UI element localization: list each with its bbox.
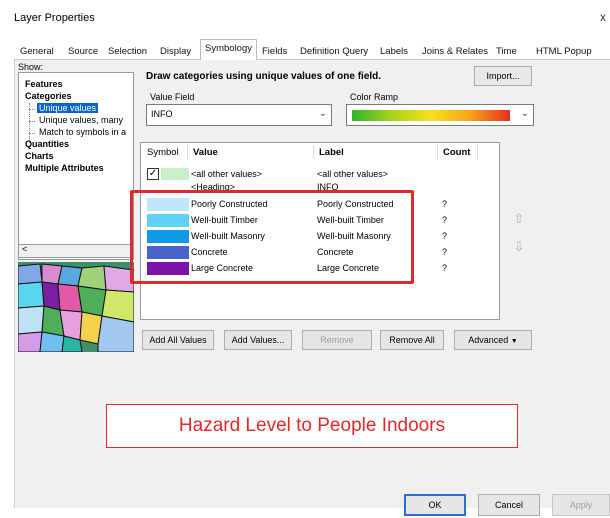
column-header-count[interactable]: Count — [443, 147, 470, 158]
show-tree[interactable]: Features Categories Unique values Unique… — [18, 72, 134, 260]
tree-connector — [29, 121, 35, 122]
color-ramp-label: Color Ramp — [350, 92, 399, 102]
color-ramp-select[interactable]: ⌄ — [346, 104, 534, 126]
value-field-label: Value Field — [150, 92, 195, 102]
tree-connector — [29, 109, 35, 110]
cancel-button[interactable]: Cancel — [478, 494, 540, 516]
tab-fields[interactable]: Fields — [262, 42, 287, 60]
tree-item-features[interactable]: Features — [25, 79, 63, 89]
row-count: ? — [442, 231, 448, 241]
chevron-down-icon[interactable]: ⌄ — [521, 108, 529, 119]
caret-down-icon: ▼ — [510, 338, 518, 345]
tree-item-quantities[interactable]: Quantities — [25, 139, 69, 149]
apply-button[interactable]: Apply — [552, 494, 610, 516]
tree-item-multiple-attributes[interactable]: Multiple Attributes — [25, 163, 104, 173]
map-preview-image — [18, 262, 134, 352]
symbol-swatch[interactable] — [161, 168, 189, 180]
value-field-value: INFO — [151, 109, 173, 119]
row-count: ? — [442, 215, 448, 225]
hazard-level-callout: Hazard Level to People Indoors — [106, 404, 518, 448]
advanced-label: Advanced — [468, 335, 509, 345]
tab-joins-relates[interactable]: Joins & Relates — [422, 42, 488, 60]
row-value: <all other values> — [191, 169, 263, 179]
checkbox-icon[interactable]: ✓ — [147, 168, 159, 180]
import-button[interactable]: Import... — [474, 66, 532, 86]
column-header-value[interactable]: Value — [193, 147, 218, 158]
column-divider — [437, 145, 438, 159]
tree-item-unique-values-many[interactable]: Unique values, many — [39, 115, 123, 125]
remove-button[interactable]: Remove — [302, 330, 372, 350]
highlight-box — [130, 190, 414, 284]
value-field-select[interactable]: INFO ⌄ — [146, 104, 332, 126]
add-values-button[interactable]: Add Values... — [224, 330, 292, 350]
tree-item-unique-values[interactable]: Unique values — [37, 103, 99, 113]
column-header-symbol[interactable]: Symbol — [147, 147, 179, 158]
show-label: Show: — [18, 62, 44, 72]
window-title: Layer Properties — [14, 12, 95, 24]
column-divider — [187, 145, 188, 159]
add-all-values-button[interactable]: Add All Values — [142, 330, 214, 350]
tab-labels[interactable]: Labels — [380, 42, 408, 60]
tree-item-categories[interactable]: Categories — [25, 91, 72, 101]
tab-general[interactable]: General — [20, 42, 54, 60]
chevron-down-icon[interactable]: ⌄ — [319, 108, 327, 119]
ok-button[interactable]: OK — [404, 494, 466, 516]
column-divider — [313, 145, 314, 159]
row-count: ? — [442, 247, 448, 257]
tree-horizontal-scrollbar[interactable]: < — [18, 244, 134, 258]
close-icon[interactable]: x — [600, 10, 606, 24]
row-label[interactable]: <all other values> — [317, 169, 388, 179]
advanced-button[interactable]: Advanced ▼ — [454, 330, 532, 350]
tab-strip: General Source Selection Display Symbolo… — [14, 39, 610, 61]
row-count: ? — [442, 199, 448, 209]
tree-connector — [29, 133, 35, 134]
tab-html-popup[interactable]: HTML Popup — [536, 42, 592, 60]
tree-item-charts[interactable]: Charts — [25, 151, 54, 161]
tab-selection[interactable]: Selection — [108, 42, 147, 60]
tab-display[interactable]: Display — [160, 42, 191, 60]
color-ramp-gradient — [352, 110, 510, 121]
row-count: ? — [442, 263, 448, 273]
tab-source[interactable]: Source — [68, 42, 98, 60]
tab-definition-query[interactable]: Definition Query — [300, 42, 368, 60]
column-divider — [477, 145, 478, 159]
draw-categories-heading: Draw categories using unique values of o… — [146, 71, 382, 82]
scroll-left-icon[interactable]: < — [22, 244, 27, 254]
move-down-icon[interactable]: ⇩ — [510, 238, 528, 256]
tab-time[interactable]: Time — [496, 42, 517, 60]
tree-item-match-to-symbols[interactable]: Match to symbols in a — [39, 127, 126, 137]
move-up-icon[interactable]: ⇧ — [510, 210, 528, 228]
map-preview-graphic — [18, 262, 134, 352]
tab-symbology[interactable]: Symbology — [200, 39, 257, 61]
remove-all-button[interactable]: Remove All — [380, 330, 444, 350]
column-header-label[interactable]: Label — [319, 147, 344, 158]
